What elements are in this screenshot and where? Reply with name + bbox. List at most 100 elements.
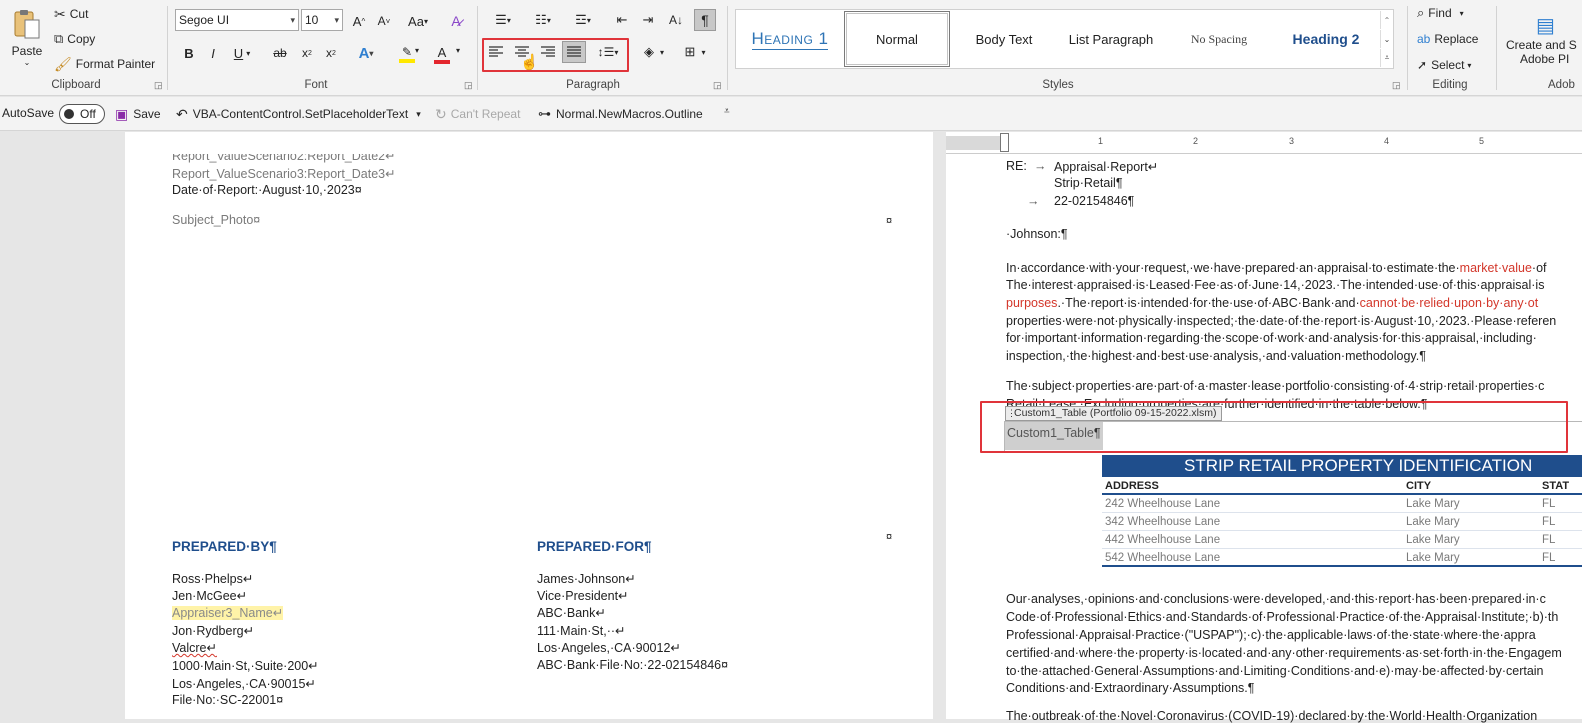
chevron-down-icon[interactable]: ▾ [456, 46, 460, 55]
right-page[interactable]: RE: → Appraisal·Report↵ Strip·Retail¶ → … [946, 154, 1582, 723]
style-heading-2[interactable]: Heading 2 [1274, 11, 1378, 67]
prepared-by-line: Jen·McGee↵ [172, 589, 248, 603]
table-header-row: ADDRESS CITY STAT [1102, 477, 1582, 495]
select-button[interactable]: ➚ Select ▾ [1417, 56, 1471, 74]
borders-button[interactable]: ⊞ ▾ [678, 42, 712, 62]
find-button[interactable]: ⌕ Find ▾ [1417, 4, 1464, 22]
style-no-spacing-label: No Spacing [1190, 31, 1248, 46]
ribbon: Paste ⌄ ✂ Cut ⧉ Copy 🖌 Format Painter Cl… [0, 0, 1582, 96]
italic-button[interactable]: I [204, 43, 222, 63]
font-size-combo[interactable]: 10 ▾ [301, 9, 343, 31]
ruler-number: 2 [1193, 136, 1199, 146]
column-header: STAT [1542, 480, 1570, 492]
font-name-combo[interactable]: Segoe UI ▾ [175, 9, 299, 31]
table-cell: 242 Wheelhouse Lane [1105, 498, 1221, 510]
multilevel-list-button[interactable]: ☲ ▾ [566, 10, 600, 30]
decrease-indent-button[interactable]: ⇤ [612, 10, 632, 30]
chevron-down-icon[interactable]: ▾ [415, 46, 419, 55]
re-line: 22-02154846¶ [1054, 194, 1135, 208]
macro-outline-button[interactable]: ⊶ Normal.NewMacros.Outline [538, 104, 703, 124]
styles-scroll-down[interactable]: ⌄ [1380, 30, 1393, 48]
prepared-by-line: 1000·Main·St,·Suite·200↵ [172, 659, 319, 673]
text-effects-button[interactable]: A ▾ [350, 43, 382, 63]
prepared-for-line: Los·Angeles,·CA·90012↵ [537, 641, 681, 655]
table-cell: FL [1542, 534, 1556, 546]
chevron-down-icon: ▾ [334, 15, 339, 25]
style-normal[interactable]: Normal [844, 11, 950, 67]
change-case-button[interactable]: Aa ▾ [402, 11, 434, 31]
style-normal-label: Normal [876, 31, 918, 47]
customize-qat-button[interactable]: ⩡ [724, 106, 730, 117]
style-body-text[interactable]: Body Text [952, 11, 1056, 67]
undo-button[interactable]: ↶ VBA-ContentControl.SetPlaceholderText … [176, 104, 421, 124]
subscript-button[interactable]: x2 [298, 43, 316, 63]
ruler-number: 3 [1289, 136, 1295, 146]
styles-scroll-up[interactable]: ⌃ [1380, 11, 1393, 29]
clear-formatting-button[interactable]: A̷ [446, 11, 466, 31]
paste-button[interactable]: Paste ⌄ [6, 4, 48, 70]
paragraph-dialog-launcher[interactable]: ◲ [713, 80, 722, 91]
style-no-spacing[interactable]: No Spacing [1166, 11, 1272, 67]
undo-macro-label: VBA-ContentControl.SetPlaceholderText [192, 107, 409, 121]
increase-indent-button[interactable]: ⇥ [638, 10, 658, 30]
style-heading-1[interactable]: Heading 1 [738, 11, 842, 67]
table-cell: Lake Mary [1406, 552, 1460, 564]
cell-end-mark: ¤ [886, 215, 893, 227]
table-cell: 342 Wheelhouse Lane [1105, 516, 1221, 528]
prepared-for-line: ABC·Bank·File·No:·22-02154846¤ [537, 658, 729, 672]
styles-dialog-launcher[interactable]: ◲ [1392, 80, 1401, 91]
strikethrough-button[interactable]: ab [270, 43, 290, 63]
copy-label: Copy [67, 32, 96, 46]
editing-group-label: Editing [1432, 79, 1468, 91]
table-title-text: STRIP RETAIL PROPERTY IDENTIFICATION [1184, 456, 1533, 475]
save-button[interactable]: ▣ Save [115, 104, 161, 124]
format-painter-button[interactable]: 🖌 Format Painter [54, 55, 155, 73]
styles-more[interactable]: ⩡ [1380, 49, 1393, 67]
ruler-number: 5 [1479, 136, 1485, 146]
sort-button[interactable]: A↓ [665, 10, 687, 30]
bold-button[interactable]: B [180, 43, 198, 63]
repeat-label: Can't Repeat [450, 107, 521, 121]
macro-outline-label: Normal.NewMacros.Outline [556, 107, 703, 121]
horizontal-ruler[interactable]: 1 2 3 4 5 [946, 132, 1582, 154]
style-heading-1-label: Heading 1 [751, 28, 829, 50]
grow-font-button[interactable]: A ^ [349, 11, 369, 31]
quick-access-toolbar: AutoSave Off ▣ Save ↶ VBA-ContentControl… [0, 97, 1582, 131]
prepared-for-title: PREPARED·FOR¶ [537, 539, 652, 554]
prepared-for-line: ABC·Bank↵ [537, 606, 606, 620]
adobe-pdf-icon: ▤ [1536, 14, 1555, 37]
tab-arrow: → [1027, 194, 1040, 208]
repeat-button[interactable]: ↻ Can't Repeat [435, 104, 520, 124]
underline-button[interactable]: U ▾ [228, 43, 256, 63]
left-page[interactable]: Report_ValueScenario2:Report_Date2↵ Repo… [125, 132, 933, 719]
cut-button[interactable]: ✂ Cut [54, 5, 88, 23]
column-header: ADDRESS [1105, 480, 1159, 492]
paragraph-line: The·outbreak·of·the·Novel·Coronavirus·(C… [1006, 709, 1538, 723]
ruler-margin [946, 136, 1002, 150]
font-name-value: Segoe UI [179, 13, 230, 27]
prepared-by-title: PREPARED·BY¶ [172, 539, 277, 554]
copy-icon: ⧉ [54, 31, 64, 46]
font-color-button[interactable]: A [430, 43, 454, 65]
copy-button[interactable]: ⧉ Copy [54, 30, 95, 48]
superscript-button[interactable]: x2 [322, 43, 340, 63]
cell-end-mark: ¤ [886, 531, 893, 543]
toggle-knob [64, 109, 74, 119]
autosave-toggle[interactable]: Off [59, 104, 105, 124]
replace-button[interactable]: ab Replace [1417, 30, 1478, 48]
create-pdf-button[interactable]: ▤ Create and S Adobe PI [1502, 4, 1582, 74]
indent-marker[interactable] [1000, 133, 1009, 152]
table-cell: Lake Mary [1406, 534, 1460, 546]
clipboard-group-label: Clipboard [51, 79, 101, 91]
show-formatting-button[interactable]: ¶ [694, 9, 716, 31]
numbering-button[interactable]: ☷ ▾ [526, 10, 560, 30]
clipboard-dialog-launcher[interactable]: ◲ [154, 80, 163, 91]
shrink-font-button[interactable]: A ˅ [374, 11, 394, 31]
table-row: 542 Wheelhouse Lane Lake Mary FL [1102, 549, 1582, 567]
strip-retail-table-title: STRIP RETAIL PROPERTY IDENTIFICATION [1102, 455, 1582, 477]
shading-button[interactable]: ◈ ▾ [638, 42, 670, 62]
bullets-button[interactable]: ☰ ▾ [486, 10, 520, 30]
style-list-paragraph[interactable]: List Paragraph [1058, 11, 1164, 67]
prepared-by-line: Valcre↵ [172, 641, 217, 655]
font-dialog-launcher[interactable]: ◲ [464, 80, 473, 91]
